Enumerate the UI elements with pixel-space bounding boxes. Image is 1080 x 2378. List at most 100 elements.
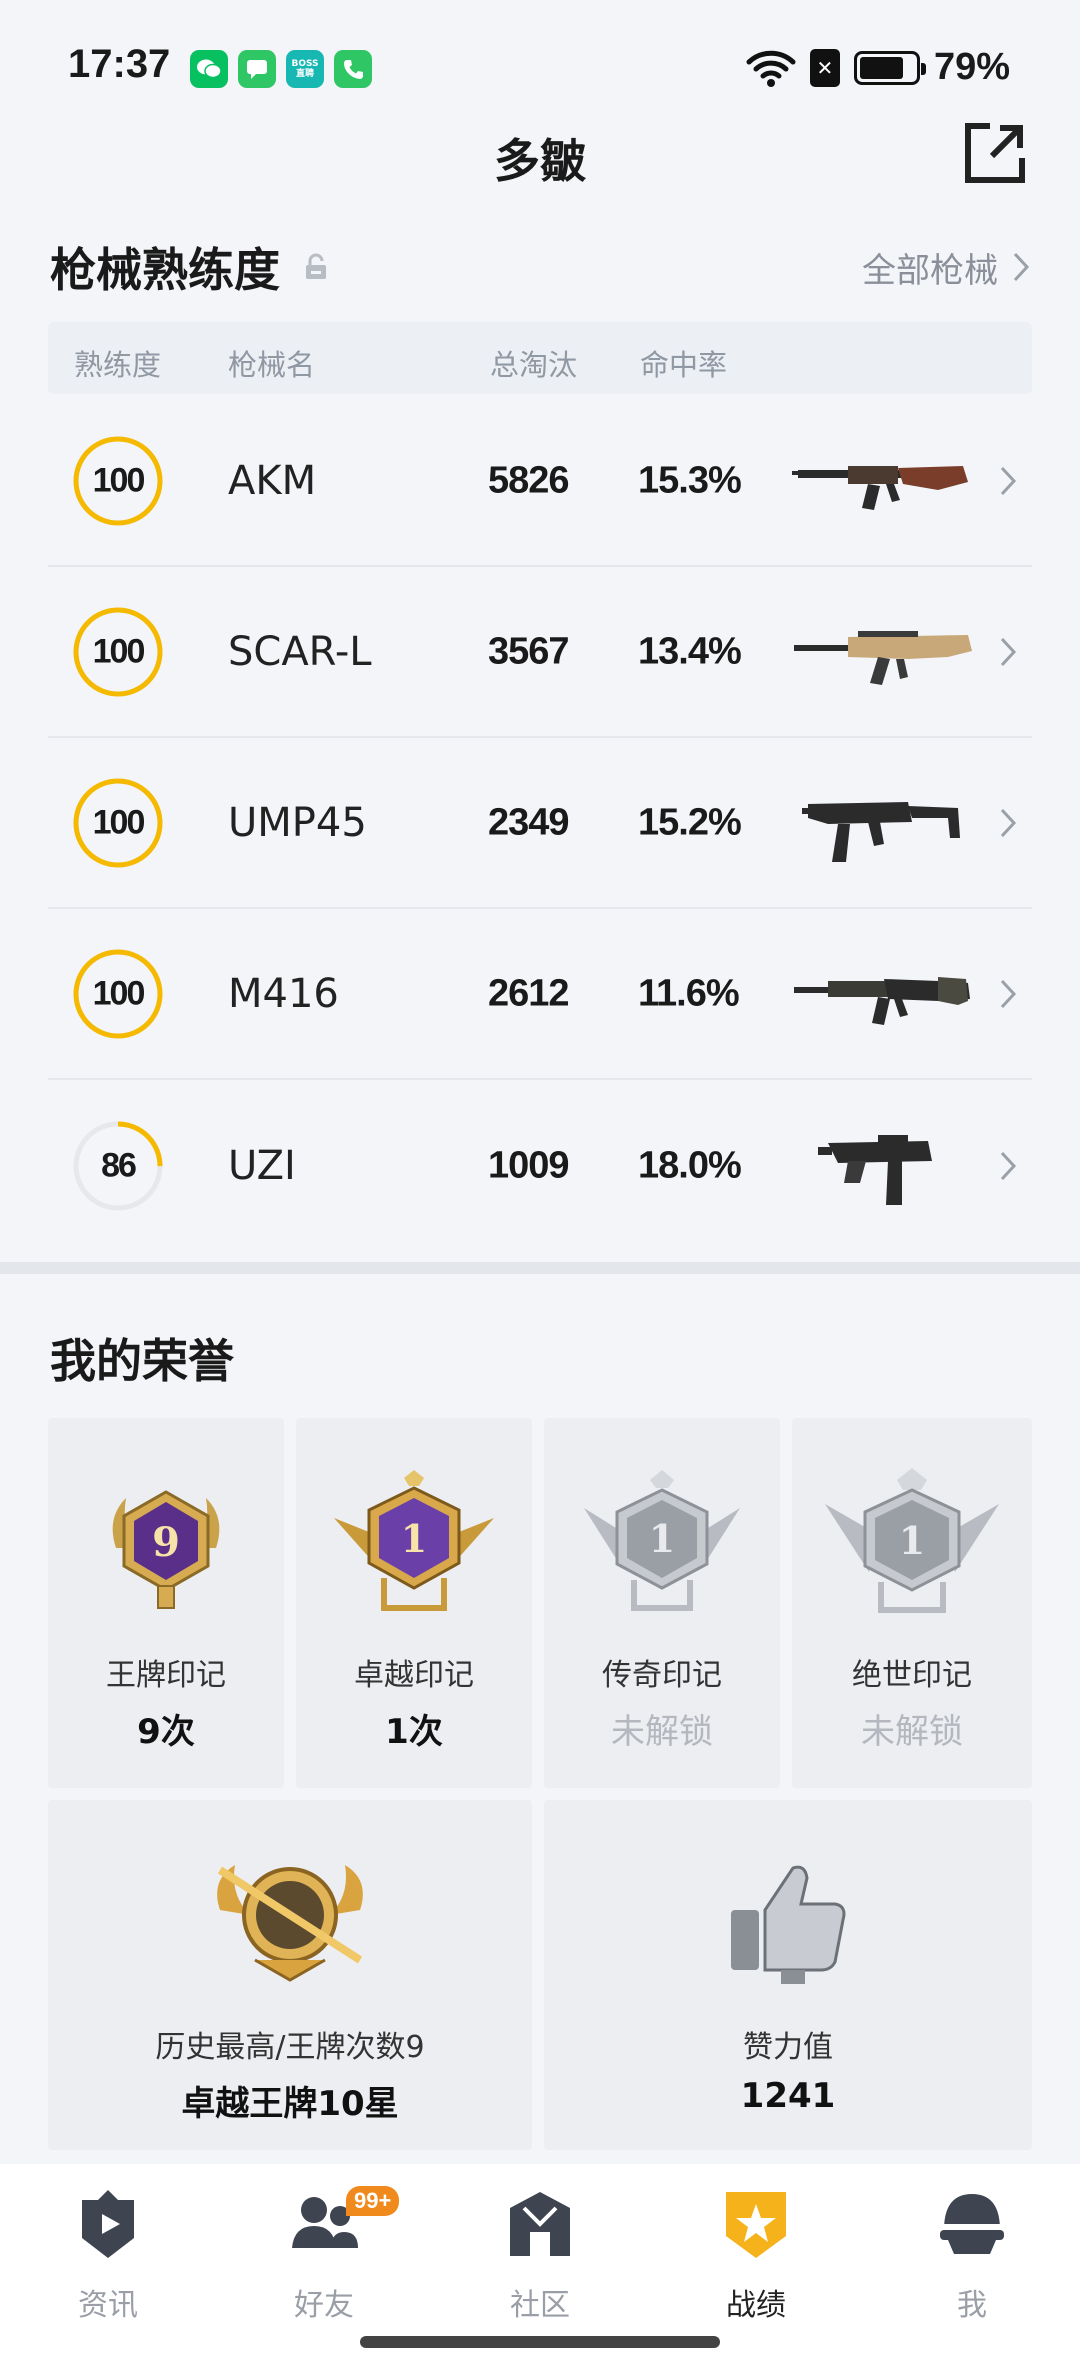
proficiency-value: 100	[92, 803, 146, 841]
rank-badge-icon	[217, 1865, 363, 1982]
page-title: 多皺	[494, 134, 586, 188]
honor-card-peerless[interactable]: 1 绝世印记 未解锁	[792, 1418, 1032, 1788]
col-accuracy: 命中率	[640, 348, 728, 382]
lock-icon[interactable]	[302, 253, 330, 281]
weapon-section-title: 枪械熟练度	[50, 234, 330, 300]
weapon-accuracy: 15.3%	[638, 459, 742, 501]
tab-profile[interactable]: 我	[902, 2186, 1042, 2324]
boss-zhipin-icon: BOSS 直聘	[286, 50, 324, 88]
weapon-name: SCAR-L	[228, 628, 372, 675]
tab-records[interactable]: 战绩	[686, 2186, 826, 2324]
weapon-image-icon	[788, 436, 978, 526]
weapon-row[interactable]: 100 UMP45 2349 15.2%	[48, 738, 1032, 909]
weapon-image-icon	[788, 778, 978, 868]
battery-icon	[853, 50, 926, 85]
col-kills: 总淘汰	[490, 348, 578, 382]
status-right: ✕ 79%	[746, 46, 1010, 89]
tab-label: 资讯	[78, 2288, 138, 2323]
honor-card-highest-rank[interactable]: 历史最高/王牌次数9 卓越王牌10星	[48, 1800, 532, 2150]
tab-community[interactable]: 社区	[470, 2186, 610, 2324]
weapon-section-header: 枪械熟练度 全部枪械	[50, 232, 1030, 302]
community-icon	[510, 2192, 570, 2256]
honor-value: 1次	[385, 1712, 443, 1752]
all-weapons-label: 全部枪械	[862, 250, 998, 291]
honor-value: 未解锁	[611, 1712, 713, 1752]
tab-friends[interactable]: 99+ 好友	[254, 2186, 400, 2324]
wifi-icon	[746, 50, 796, 87]
tab-label: 好友	[294, 2288, 354, 2323]
battery-fill	[859, 56, 903, 79]
weapon-row[interactable]: 100 M416 2612 11.6%	[48, 909, 1032, 1080]
honors-title: 我的荣誉	[50, 1334, 234, 1388]
svg-text:1: 1	[401, 1516, 427, 1561]
share-button[interactable]	[962, 120, 1028, 186]
status-bar: 17:37 BOSS 直聘 ✕ 79%	[0, 0, 1080, 130]
weapon-row[interactable]: 86 UZI 1009 18.0%	[48, 1080, 1032, 1251]
home-indicator[interactable]	[360, 2336, 720, 2348]
weapon-name: M416	[228, 970, 339, 1017]
legend-mark-icon: 1	[584, 1470, 740, 1611]
honor-card-likes[interactable]: 赞力值 1241	[544, 1800, 1032, 2150]
honor-label: 传奇印记	[602, 1658, 722, 1693]
boss-line1: BOSS	[291, 59, 319, 69]
peerless-mark-icon: 1	[825, 1468, 999, 1613]
svg-text:1: 1	[899, 1518, 925, 1563]
weapon-accuracy: 15.2%	[638, 801, 742, 843]
chevron-right-icon	[1000, 637, 1017, 666]
weapon-row[interactable]: 100 SCAR-L 3567 13.4%	[48, 567, 1032, 738]
weapon-kills: 2349	[488, 801, 570, 843]
chevron-right-icon	[1000, 466, 1017, 495]
honor-value: 1241	[740, 2076, 836, 2116]
phone-icon	[334, 50, 372, 88]
weapon-table-header: 熟练度 枪械名 总淘汰 命中率	[48, 322, 1032, 394]
weapon-section-title-text: 枪械熟练度	[50, 243, 280, 297]
all-weapons-link[interactable]: 全部枪械	[862, 243, 1030, 292]
honor-card-excellence[interactable]: 1 卓越印记 1次	[296, 1418, 532, 1788]
weapon-kills: 1009	[488, 1144, 570, 1186]
weapon-name: AKM	[228, 457, 317, 504]
svg-text:9: 9	[152, 1519, 180, 1566]
weapon-image-icon	[788, 1121, 978, 1211]
wechat-icon	[190, 50, 228, 88]
svg-text:1: 1	[649, 1516, 675, 1561]
chevron-right-icon	[1013, 252, 1030, 282]
honor-card-legend[interactable]: 1 传奇印记 未解锁	[544, 1418, 780, 1788]
weapon-image-icon	[788, 607, 978, 697]
sim-icon: ✕	[809, 48, 840, 87]
weapon-kills: 3567	[488, 630, 570, 672]
honor-value: 未解锁	[861, 1712, 963, 1752]
honor-label: 王牌印记	[106, 1658, 226, 1693]
chevron-right-icon	[1000, 979, 1017, 1008]
battery-percent: 79%	[933, 46, 1010, 88]
tab-news[interactable]: 资讯	[38, 2186, 178, 2324]
proficiency-value: 100	[92, 974, 146, 1012]
excellence-mark-icon: 1	[334, 1470, 494, 1611]
weapon-image-icon	[788, 949, 978, 1039]
honor-value: 9次	[137, 1712, 195, 1752]
ace-mark-icon: 9	[112, 1490, 220, 1609]
profile-icon	[940, 2194, 1004, 2254]
proficiency-value: 100	[92, 632, 146, 670]
thumbs-up-icon	[731, 1865, 846, 1984]
news-icon	[82, 2190, 134, 2258]
records-icon	[726, 2192, 786, 2258]
messages-icon	[238, 50, 276, 88]
weapon-name: UZI	[228, 1142, 296, 1189]
boss-line2: 直聘	[295, 69, 314, 79]
honor-value: 卓越王牌10星	[181, 2084, 399, 2124]
col-proficiency: 熟练度	[74, 348, 162, 382]
honor-label: 历史最高/王牌次数9	[155, 2030, 425, 2065]
proficiency-value: 86	[101, 1146, 137, 1184]
weapon-accuracy: 13.4%	[638, 630, 742, 672]
friends-badge: 99+	[346, 2186, 400, 2216]
honor-label: 赞力值	[743, 2030, 833, 2065]
tab-label: 战绩	[726, 2288, 786, 2323]
section-divider	[0, 1262, 1080, 1274]
status-time: 17:37	[68, 42, 171, 86]
weapon-row[interactable]: 100 AKM 5826 15.3%	[48, 396, 1032, 567]
chevron-right-icon	[1000, 808, 1017, 837]
honor-card-ace[interactable]: 9 王牌印记 9次	[48, 1418, 284, 1788]
weapon-accuracy: 11.6%	[638, 972, 740, 1014]
honor-label: 卓越印记	[354, 1658, 474, 1693]
col-name: 枪械名	[228, 348, 316, 382]
